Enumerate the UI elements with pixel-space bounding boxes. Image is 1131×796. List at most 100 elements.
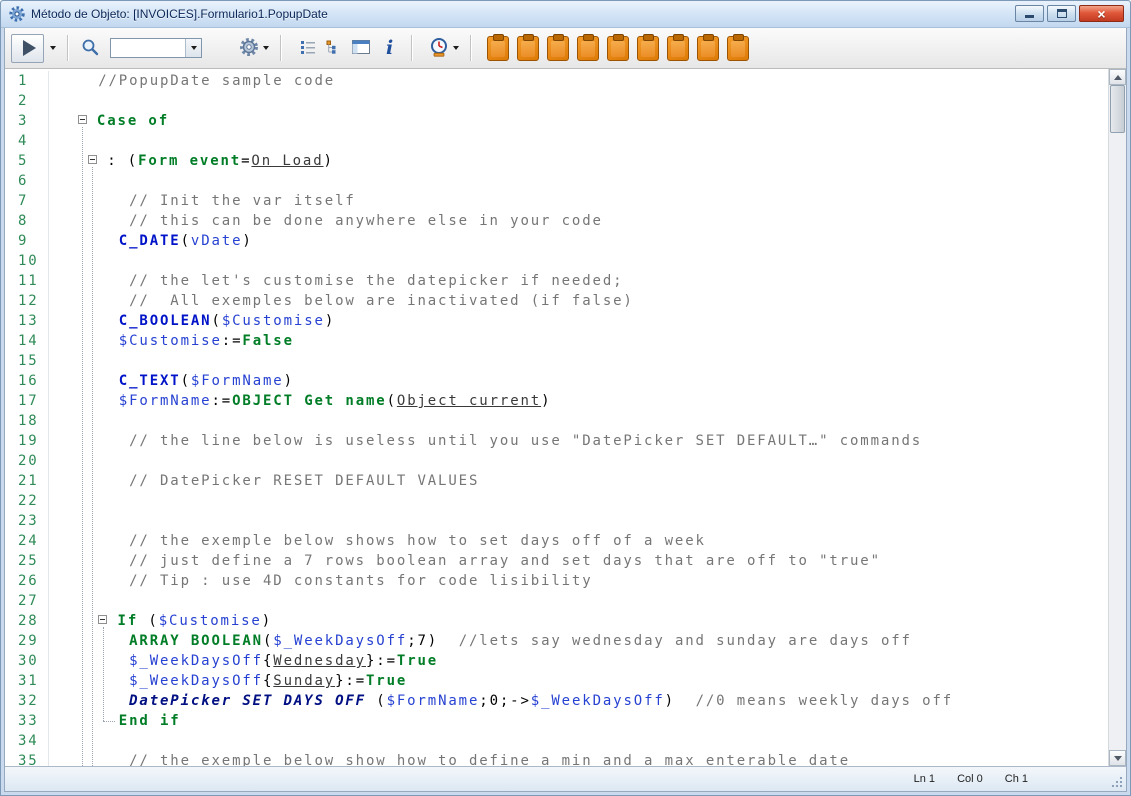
clipboard-3-button[interactable]	[545, 34, 571, 63]
list-view-button[interactable]	[295, 36, 321, 61]
close-button[interactable]: ×	[1079, 5, 1124, 22]
code-line[interactable]: 30 $_WeekDaysOff{Wednesday}:=True	[5, 651, 1108, 671]
run-method-dropdown-button[interactable]	[46, 34, 60, 63]
clipboard-4-button[interactable]	[575, 34, 601, 63]
line-number[interactable]: 22	[5, 491, 49, 511]
method-options-button[interactable]	[234, 34, 273, 63]
line-number[interactable]: 18	[5, 411, 49, 431]
line-number[interactable]: 12	[5, 291, 49, 311]
line-number[interactable]: 32	[5, 691, 49, 711]
clipboard-2-button[interactable]	[515, 34, 541, 63]
line-number[interactable]: 1	[5, 71, 49, 91]
clipboard-1-button[interactable]	[485, 34, 511, 63]
title-bar[interactable]: Método de Objeto: [INVOICES].Formulario1…	[1, 1, 1130, 28]
line-number[interactable]: 2	[5, 91, 49, 111]
code-line[interactable]: 21 // DatePicker RESET DEFAULT VALUES	[5, 471, 1108, 491]
line-number[interactable]: 34	[5, 731, 49, 751]
line-number[interactable]: 4	[5, 131, 49, 151]
line-number[interactable]: 21	[5, 471, 49, 491]
code-line[interactable]: 15	[5, 351, 1108, 371]
line-number[interactable]: 16	[5, 371, 49, 391]
fold-toggle-icon[interactable]	[78, 115, 87, 124]
line-number[interactable]: 5	[5, 151, 49, 171]
line-number[interactable]: 24	[5, 531, 49, 551]
code-line[interactable]: 32 DatePicker SET DAYS OFF ($FormName;0;…	[5, 691, 1108, 711]
scrollbar-track[interactable]	[1109, 85, 1126, 750]
line-number[interactable]: 25	[5, 551, 49, 571]
code-line[interactable]: 8 // this can be done anywhere else in y…	[5, 211, 1108, 231]
line-number[interactable]: 10	[5, 251, 49, 271]
code-line[interactable]: 26 // Tip : use 4D constants for code li…	[5, 571, 1108, 591]
line-number[interactable]: 19	[5, 431, 49, 451]
code-line[interactable]: 34	[5, 731, 1108, 751]
clipboard-7-button[interactable]	[665, 34, 691, 63]
code-line[interactable]: 12 // All exemples below are inactivated…	[5, 291, 1108, 311]
code-line[interactable]: 4	[5, 131, 1108, 151]
line-number[interactable]: 3	[5, 111, 49, 131]
search-button[interactable]	[76, 35, 104, 62]
clipboard-8-button[interactable]	[695, 34, 721, 63]
scroll-up-button[interactable]	[1109, 69, 1126, 85]
line-number[interactable]: 31	[5, 671, 49, 691]
clipboard-9-button[interactable]	[725, 34, 751, 63]
code-editor[interactable]: 1 //PopupDate sample code23 Case of45 : …	[5, 69, 1108, 766]
line-number[interactable]: 9	[5, 231, 49, 251]
clipboard-5-button[interactable]	[605, 34, 631, 63]
resize-grip[interactable]	[1110, 775, 1123, 788]
code-line[interactable]: 25 // just define a 7 rows boolean array…	[5, 551, 1108, 571]
code-line[interactable]: 13 C_BOOLEAN($Customise)	[5, 311, 1108, 331]
search-combo[interactable]	[110, 38, 202, 58]
line-number[interactable]: 26	[5, 571, 49, 591]
minimize-button[interactable]	[1015, 5, 1044, 22]
code-line[interactable]: 3 Case of	[5, 111, 1108, 131]
line-number[interactable]: 13	[5, 311, 49, 331]
code-line[interactable]: 17 $FormName:=OBJECT Get name(Object cur…	[5, 391, 1108, 411]
code-line[interactable]: 33 End if	[5, 711, 1108, 731]
line-number[interactable]: 8	[5, 211, 49, 231]
code-line[interactable]: 22	[5, 491, 1108, 511]
line-number[interactable]: 28	[5, 611, 49, 631]
code-line[interactable]: 27	[5, 591, 1108, 611]
code-line[interactable]: 6	[5, 171, 1108, 191]
code-line[interactable]: 24 // the exemple below shows how to set…	[5, 531, 1108, 551]
line-number[interactable]: 27	[5, 591, 49, 611]
form-panes-button[interactable]	[347, 36, 375, 61]
run-method-button[interactable]	[11, 34, 44, 63]
line-number[interactable]: 35	[5, 751, 49, 766]
code-line[interactable]: 28 If ($Customise)	[5, 611, 1108, 631]
code-line[interactable]: 9 C_DATE(vDate)	[5, 231, 1108, 251]
tree-view-button[interactable]	[321, 36, 347, 61]
line-number[interactable]: 30	[5, 651, 49, 671]
line-number[interactable]: 14	[5, 331, 49, 351]
line-number[interactable]: 17	[5, 391, 49, 411]
code-line[interactable]: 18	[5, 411, 1108, 431]
code-line[interactable]: 31 $_WeekDaysOff{Sunday}:=True	[5, 671, 1108, 691]
line-number[interactable]: 23	[5, 511, 49, 531]
method-info-button[interactable]: i	[375, 37, 404, 60]
vertical-scrollbar[interactable]	[1108, 69, 1126, 766]
code-line[interactable]: 11 // the let's customise the datepicker…	[5, 271, 1108, 291]
code-line[interactable]: 2	[5, 91, 1108, 111]
code-line[interactable]: 10	[5, 251, 1108, 271]
scrollbar-thumb[interactable]	[1110, 85, 1125, 133]
code-line[interactable]: 5 : (Form event=On Load)	[5, 151, 1108, 171]
code-line[interactable]: 20	[5, 451, 1108, 471]
code-line[interactable]: 16 C_TEXT($FormName)	[5, 371, 1108, 391]
macros-button[interactable]	[424, 34, 463, 63]
line-number[interactable]: 6	[5, 171, 49, 191]
combo-dropdown-button[interactable]	[185, 39, 201, 57]
fold-toggle-icon[interactable]	[98, 615, 107, 624]
line-number[interactable]: 11	[5, 271, 49, 291]
line-number[interactable]: 20	[5, 451, 49, 471]
clipboard-6-button[interactable]	[635, 34, 661, 63]
code-line[interactable]: 14 $Customise:=False	[5, 331, 1108, 351]
code-line[interactable]: 7 // Init the var itself	[5, 191, 1108, 211]
line-number[interactable]: 15	[5, 351, 49, 371]
line-number[interactable]: 33	[5, 711, 49, 731]
scroll-down-button[interactable]	[1109, 750, 1126, 766]
code-line[interactable]: 23	[5, 511, 1108, 531]
code-line[interactable]: 19 // the line below is useless until yo…	[5, 431, 1108, 451]
code-line[interactable]: 1 //PopupDate sample code	[5, 71, 1108, 91]
line-number[interactable]: 29	[5, 631, 49, 651]
fold-toggle-icon[interactable]	[88, 155, 97, 164]
